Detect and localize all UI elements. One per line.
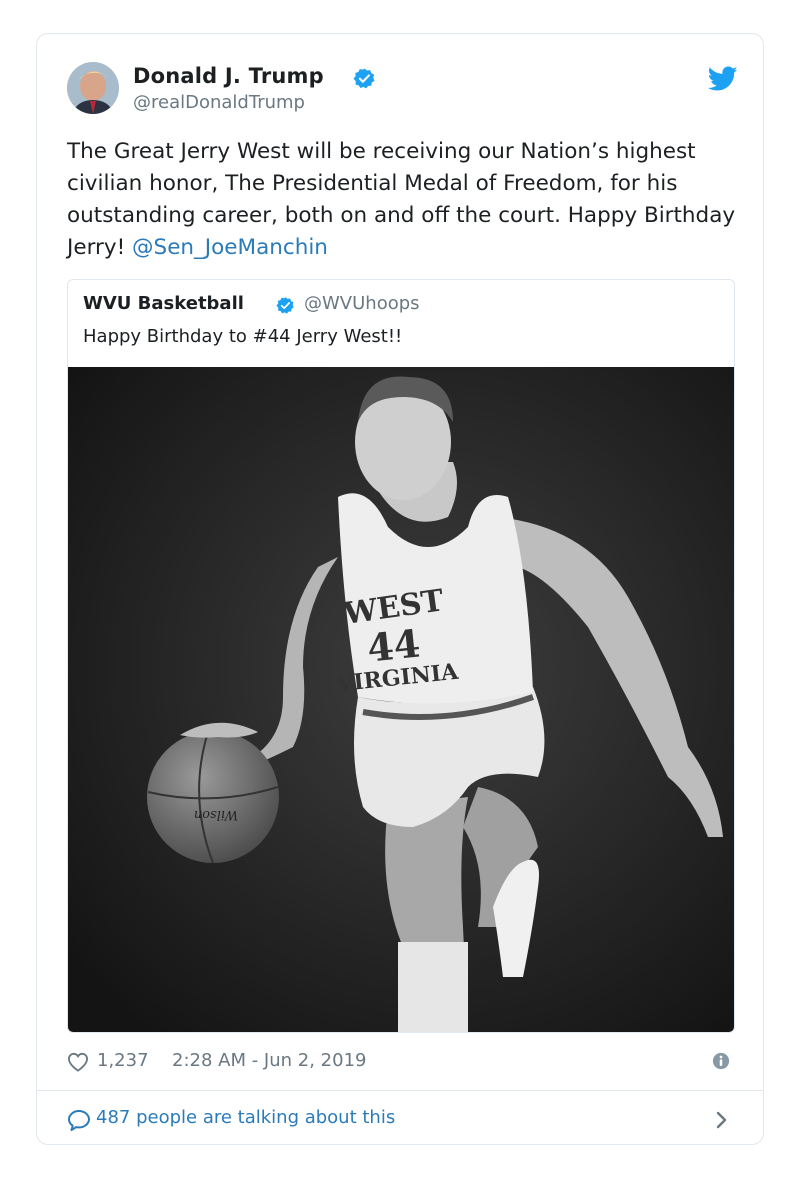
divider xyxy=(37,1090,763,1091)
quoted-tweet[interactable]: WVU Basketball @WVUhoops Happy Birthday … xyxy=(67,279,735,1033)
twitter-bird-icon[interactable] xyxy=(708,66,738,92)
quoted-author-handle[interactable]: @WVUhoops xyxy=(304,293,420,314)
conversation-link[interactable]: 487 people are talking about this xyxy=(67,1106,737,1134)
verified-badge-icon xyxy=(353,68,375,89)
author-handle[interactable]: @realDonaldTrump xyxy=(133,92,305,113)
timestamp[interactable]: 2:28 AM - Jun 2, 2019 xyxy=(172,1050,366,1071)
tweet-text: The Great Jerry West will be receiving o… xyxy=(67,136,747,264)
author-name[interactable]: Donald J. Trump xyxy=(133,64,324,88)
basketball xyxy=(147,731,279,863)
ball-brand: Wilson xyxy=(194,807,238,822)
chevron-right-icon[interactable] xyxy=(715,1110,729,1130)
avatar[interactable] xyxy=(67,62,119,114)
tweet-meta: 1,237 2:28 AM - Jun 2, 2019 xyxy=(67,1050,737,1074)
basketball-player-photo[interactable]: WEST 44 VIRGINIA Wilson xyxy=(68,367,735,1033)
talking-count[interactable]: 487 people are talking about this xyxy=(96,1107,395,1128)
like-count[interactable]: 1,237 xyxy=(97,1050,149,1071)
quoted-text: Happy Birthday to #44 Jerry West!! xyxy=(83,326,403,347)
quoted-author-name[interactable]: WVU Basketball xyxy=(83,293,244,314)
mention-link[interactable]: @Sen_JoeManchin xyxy=(132,235,328,260)
speech-bubble-icon xyxy=(68,1110,90,1131)
verified-badge-icon xyxy=(276,297,294,314)
info-icon[interactable] xyxy=(712,1052,730,1070)
embedded-tweet-card: Donald J. Trump @realDonaldTrump The Gre… xyxy=(36,33,764,1145)
heart-icon[interactable] xyxy=(67,1052,89,1072)
